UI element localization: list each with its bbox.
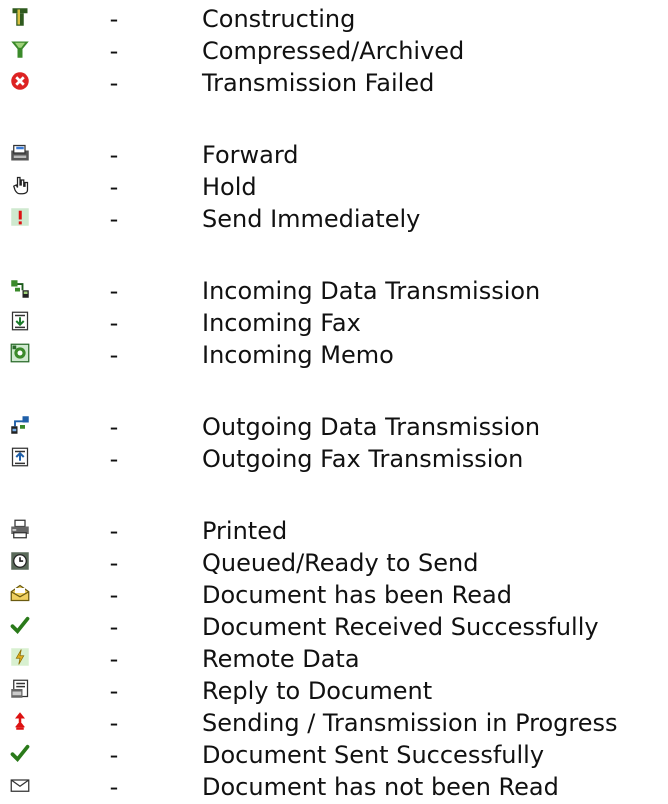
legend-label: Send Immediately — [202, 205, 421, 233]
legend-label: Outgoing Data Transmission — [202, 413, 541, 441]
document-sent-successfully-icon — [10, 743, 30, 763]
legend-row: - Hold — [0, 171, 668, 203]
outgoing-fax-transmission-icon — [10, 447, 30, 467]
legend-label: Document has not been Read — [202, 773, 559, 801]
separator-dash: - — [109, 69, 119, 97]
incoming-fax-icon — [10, 311, 30, 331]
legend-group: - Printed - Queued/Ready to Send - Document h… — [0, 515, 668, 803]
transmission-failed-icon — [10, 71, 30, 91]
legend-label: Queued/Ready to Send — [202, 549, 479, 577]
constructing-icon — [10, 7, 30, 27]
outgoing-data-transmission-icon — [10, 415, 30, 435]
printed-icon — [10, 519, 30, 539]
separator-dash: - — [109, 173, 119, 201]
legend-label: Document has been Read — [202, 581, 512, 609]
legend-label: Incoming Fax — [202, 309, 361, 337]
legend-row: - Constructing — [0, 3, 668, 35]
separator-dash: - — [109, 413, 119, 441]
forward-icon — [10, 143, 30, 163]
separator-dash: - — [109, 645, 119, 673]
legend-row: - Outgoing Fax Transmission — [0, 443, 668, 475]
legend-label: Incoming Data Transmission — [202, 277, 541, 305]
separator-dash: - — [109, 517, 119, 545]
incoming-data-transmission-icon — [10, 279, 30, 299]
hold-icon — [10, 175, 30, 195]
separator-dash: - — [109, 277, 119, 305]
legend-label: Document Sent Successfully — [202, 741, 545, 769]
legend-label: Hold — [202, 173, 257, 201]
document-read-icon — [10, 583, 30, 603]
legend-row: - Compressed/Archived — [0, 35, 668, 67]
legend-row: - Remote Data — [0, 643, 668, 675]
separator-dash: - — [109, 677, 119, 705]
legend-label: Incoming Memo — [202, 341, 394, 369]
remote-data-icon — [10, 647, 30, 667]
legend-label: Document Received Successfully — [202, 613, 599, 641]
legend-group: - Constructing - Compressed/Archived - Transm… — [0, 3, 668, 99]
incoming-memo-icon — [10, 343, 30, 363]
legend-group: - Incoming Data Transmission - Incoming Fax… — [0, 275, 668, 371]
separator-dash: - — [109, 309, 119, 337]
send-immediately-icon — [10, 207, 30, 227]
legend-label: Reply to Document — [202, 677, 433, 705]
legend-row: - Document Sent Successfully — [0, 739, 668, 771]
legend-label: Outgoing Fax Transmission — [202, 445, 524, 473]
sending-in-progress-icon — [10, 711, 30, 731]
legend-row: - Document has not been Read — [0, 771, 668, 803]
queued-ready-to-send-icon — [10, 551, 30, 571]
reply-to-document-icon — [10, 679, 30, 699]
compressed-archived-icon — [10, 39, 30, 59]
legend-label: Compressed/Archived — [202, 37, 465, 65]
legend-row: - Transmission Failed — [0, 67, 668, 99]
legend-label: Constructing — [202, 5, 356, 33]
legend-group: - Forward - Hold - Send Immediately — [0, 139, 668, 235]
separator-dash: - — [109, 613, 119, 641]
legend-row: - Incoming Fax — [0, 307, 668, 339]
separator-dash: - — [109, 709, 119, 737]
separator-dash: - — [109, 205, 119, 233]
legend-row: - Incoming Memo — [0, 339, 668, 371]
document-not-read-icon — [10, 775, 30, 795]
legend-row: - Incoming Data Transmission — [0, 275, 668, 307]
separator-dash: - — [109, 741, 119, 769]
legend-row: - Reply to Document — [0, 675, 668, 707]
legend-row: - Forward — [0, 139, 668, 171]
legend-label: Forward — [202, 141, 299, 169]
separator-dash: - — [109, 773, 119, 801]
legend-label: Printed — [202, 517, 288, 545]
legend-label: Remote Data — [202, 645, 360, 673]
legend-row: - Queued/Ready to Send — [0, 547, 668, 579]
document-received-successfully-icon — [10, 615, 30, 635]
separator-dash: - — [109, 5, 119, 33]
legend-row: - Document has been Read — [0, 579, 668, 611]
legend-row: - Printed — [0, 515, 668, 547]
legend-row: - Outgoing Data Transmission — [0, 411, 668, 443]
separator-dash: - — [109, 581, 119, 609]
legend-row: - Sending / Transmission in Progress — [0, 707, 668, 739]
separator-dash: - — [109, 341, 119, 369]
legend-row: - Send Immediately — [0, 203, 668, 235]
legend-label: Transmission Failed — [202, 69, 435, 97]
legend-label: Sending / Transmission in Progress — [202, 709, 618, 737]
separator-dash: - — [109, 37, 119, 65]
legend-row: - Document Received Successfully — [0, 611, 668, 643]
legend-group: - Outgoing Data Transmission - Outgoing Fax… — [0, 411, 668, 475]
separator-dash: - — [109, 549, 119, 577]
separator-dash: - — [109, 445, 119, 473]
separator-dash: - — [109, 141, 119, 169]
